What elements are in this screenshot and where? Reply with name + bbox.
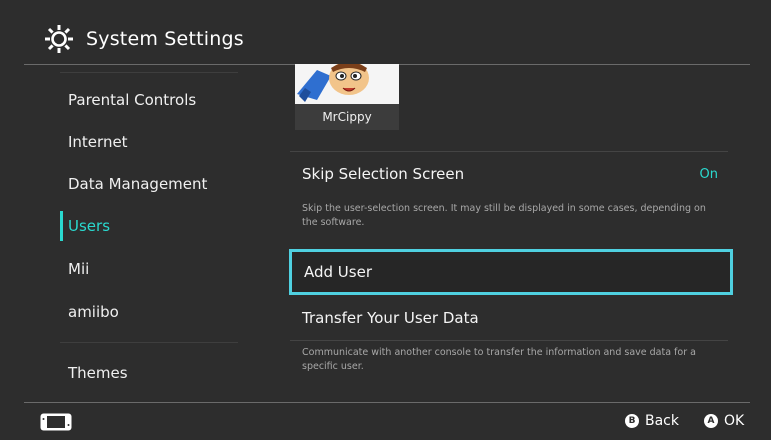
sidebar-item-label: Users (68, 217, 111, 235)
sidebar-divider (60, 342, 238, 343)
gear-icon (45, 25, 73, 53)
sidebar-item-amiibo[interactable]: amiibo (60, 294, 250, 330)
footer-divider (24, 402, 750, 403)
sidebar-item-users[interactable]: Users (60, 208, 250, 244)
sidebar-item-label: amiibo (68, 303, 119, 321)
mii-avatar (295, 64, 399, 106)
back-label: Back (645, 413, 679, 429)
back-button[interactable]: B Back (625, 413, 679, 429)
console-icon (40, 413, 72, 431)
transfer-user-data-row[interactable]: Transfer Your User Data (290, 296, 728, 340)
a-button-icon: A (704, 414, 718, 428)
setting-description: Communicate with another console to tran… (302, 347, 696, 372)
user-avatar-card[interactable]: MrCippy (295, 64, 399, 130)
header-bar: System Settings (0, 0, 771, 64)
sidebar-item-label: Data Management (68, 175, 208, 193)
row-divider (290, 340, 728, 341)
add-user-button[interactable]: Add User (289, 249, 733, 295)
sidebar-divider (60, 72, 238, 73)
sidebar-item-label: Mii (68, 260, 90, 278)
setting-value: On (699, 166, 718, 182)
active-indicator (60, 211, 63, 241)
sidebar-item-data-management[interactable]: Data Management (60, 166, 250, 202)
user-name: MrCippy (295, 104, 399, 130)
sidebar-item-themes[interactable]: Themes (60, 355, 250, 391)
setting-label: Transfer Your User Data (302, 309, 479, 327)
page-title: System Settings (86, 28, 244, 50)
setting-label: Add User (304, 263, 372, 281)
setting-description: Skip the user-selection screen. It may s… (302, 203, 706, 228)
ok-button[interactable]: A OK (704, 413, 744, 429)
skip-selection-screen-row[interactable]: Skip Selection Screen On (290, 152, 728, 196)
sidebar-item-internet[interactable]: Internet (60, 124, 250, 160)
b-button-icon: B (625, 414, 639, 428)
sidebar-item-label: Themes (68, 364, 128, 382)
sidebar-item-label: Parental Controls (68, 91, 197, 109)
setting-label: Skip Selection Screen (302, 165, 465, 183)
sidebar-item-mii[interactable]: Mii (60, 251, 250, 287)
ok-label: OK (724, 413, 745, 429)
sidebar-item-label: Internet (68, 133, 128, 151)
sidebar-item-parental-controls[interactable]: Parental Controls (60, 82, 250, 118)
